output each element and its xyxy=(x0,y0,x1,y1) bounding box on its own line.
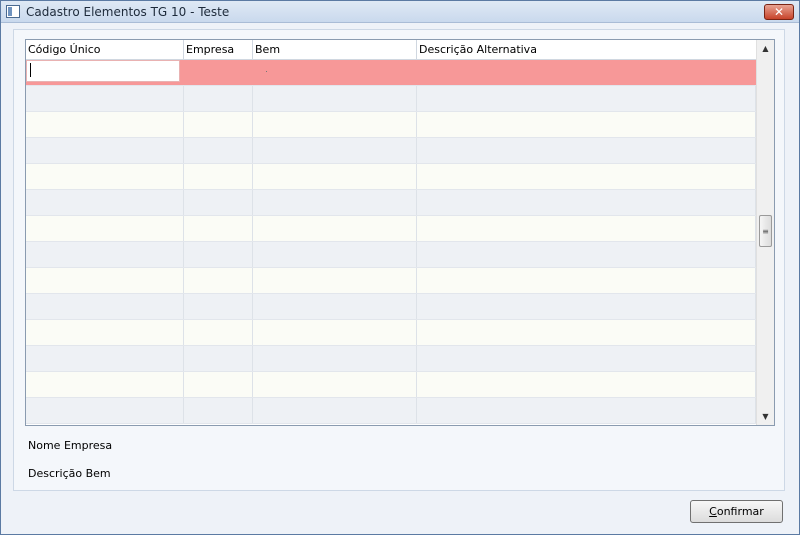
confirm-label: onfirmar xyxy=(716,505,764,518)
grip-icon: ≡ xyxy=(762,226,769,236)
table-cell[interactable] xyxy=(184,138,253,163)
table-cell[interactable] xyxy=(253,398,417,423)
confirm-button[interactable]: Confirmar xyxy=(690,500,783,523)
table-cell[interactable] xyxy=(26,138,184,163)
table-cell[interactable] xyxy=(184,112,253,137)
table-cell[interactable] xyxy=(417,294,756,319)
table-row[interactable] xyxy=(26,372,756,398)
table-cell[interactable] xyxy=(253,320,417,345)
title-bar[interactable]: Cadastro Elementos TG 10 - Teste ✕ xyxy=(1,1,799,23)
column-header-codigo-unico[interactable]: Código Único xyxy=(26,40,184,60)
elements-grid: Código Único Empresa Bem Descrição Alter… xyxy=(25,39,775,426)
column-header-bem[interactable]: Bem xyxy=(253,40,417,60)
table-cell[interactable] xyxy=(253,346,417,371)
table-cell[interactable] xyxy=(253,190,417,215)
grid-body xyxy=(26,60,756,425)
table-cell[interactable] xyxy=(417,164,756,189)
table-cell[interactable] xyxy=(417,60,756,85)
table-cell[interactable] xyxy=(26,216,184,241)
table-cell[interactable] xyxy=(184,60,253,85)
table-cell[interactable] xyxy=(26,398,184,423)
app-icon xyxy=(6,5,20,18)
scroll-thumb[interactable]: ≡ xyxy=(759,215,772,247)
grid-header: Código Único Empresa Bem Descrição Alter… xyxy=(26,40,756,60)
table-cell[interactable] xyxy=(417,190,756,215)
scroll-up-icon[interactable]: ▲ xyxy=(757,40,774,57)
table-cell[interactable] xyxy=(253,294,417,319)
table-cell[interactable] xyxy=(26,320,184,345)
row-marker xyxy=(266,71,267,72)
table-row[interactable] xyxy=(26,320,756,346)
table-cell[interactable] xyxy=(26,86,184,111)
table-cell[interactable] xyxy=(26,294,184,319)
table-cell[interactable] xyxy=(253,216,417,241)
table-cell[interactable] xyxy=(253,86,417,111)
app-window: Cadastro Elementos TG 10 - Teste ✕ Códig… xyxy=(0,0,800,535)
table-cell[interactable] xyxy=(184,346,253,371)
confirm-mnemonic: C xyxy=(709,505,717,518)
table-cell[interactable] xyxy=(26,372,184,397)
table-cell[interactable] xyxy=(417,268,756,293)
selected-table-row[interactable] xyxy=(26,60,756,86)
table-cell[interactable] xyxy=(26,164,184,189)
table-row[interactable] xyxy=(26,242,756,268)
table-cell[interactable] xyxy=(417,372,756,397)
table-row[interactable] xyxy=(26,294,756,320)
table-cell[interactable] xyxy=(184,164,253,189)
column-header-empresa[interactable]: Empresa xyxy=(184,40,253,60)
table-cell[interactable] xyxy=(417,86,756,111)
table-cell[interactable] xyxy=(253,138,417,163)
table-cell[interactable] xyxy=(417,216,756,241)
table-cell[interactable] xyxy=(184,320,253,345)
window-title: Cadastro Elementos TG 10 - Teste xyxy=(26,5,230,19)
table-cell[interactable] xyxy=(184,294,253,319)
table-cell[interactable] xyxy=(417,112,756,137)
table-row[interactable] xyxy=(26,346,756,372)
close-icon: ✕ xyxy=(773,5,785,19)
table-cell[interactable] xyxy=(184,398,253,423)
table-cell[interactable] xyxy=(417,398,756,423)
scroll-down-icon[interactable]: ▼ xyxy=(757,408,774,425)
column-header-descricao-alternativa[interactable]: Descrição Alternativa xyxy=(417,40,756,60)
table-row[interactable] xyxy=(26,112,756,138)
table-row[interactable] xyxy=(26,164,756,190)
table-cell[interactable] xyxy=(417,320,756,345)
table-cell[interactable] xyxy=(253,268,417,293)
table-row[interactable] xyxy=(26,86,756,112)
vertical-scrollbar[interactable]: ▲ ≡ ▼ xyxy=(756,40,774,425)
table-cell[interactable] xyxy=(184,190,253,215)
table-cell[interactable] xyxy=(26,346,184,371)
table-row[interactable] xyxy=(26,268,756,294)
table-cell[interactable] xyxy=(26,268,184,293)
table-row[interactable] xyxy=(26,216,756,242)
table-cell[interactable] xyxy=(253,60,417,85)
table-cell[interactable] xyxy=(417,138,756,163)
codigo-unico-edit-field[interactable] xyxy=(26,60,180,82)
table-cell[interactable] xyxy=(184,268,253,293)
table-row[interactable] xyxy=(26,398,756,424)
table-row[interactable] xyxy=(26,190,756,216)
table-cell[interactable] xyxy=(184,242,253,267)
table-cell[interactable] xyxy=(184,86,253,111)
table-row[interactable] xyxy=(26,138,756,164)
table-cell[interactable] xyxy=(417,242,756,267)
table-cell[interactable] xyxy=(26,112,184,137)
table-cell[interactable] xyxy=(253,112,417,137)
table-cell[interactable] xyxy=(253,372,417,397)
table-cell[interactable] xyxy=(184,216,253,241)
table-cell[interactable] xyxy=(417,346,756,371)
nome-empresa-label: Nome Empresa xyxy=(28,439,113,452)
close-button[interactable]: ✕ xyxy=(764,4,794,20)
descricao-bem-label: Descrição Bem xyxy=(28,467,111,480)
table-cell[interactable] xyxy=(26,242,184,267)
table-cell[interactable] xyxy=(253,164,417,189)
table-cell[interactable] xyxy=(26,190,184,215)
table-cell[interactable] xyxy=(253,242,417,267)
table-cell[interactable] xyxy=(184,372,253,397)
